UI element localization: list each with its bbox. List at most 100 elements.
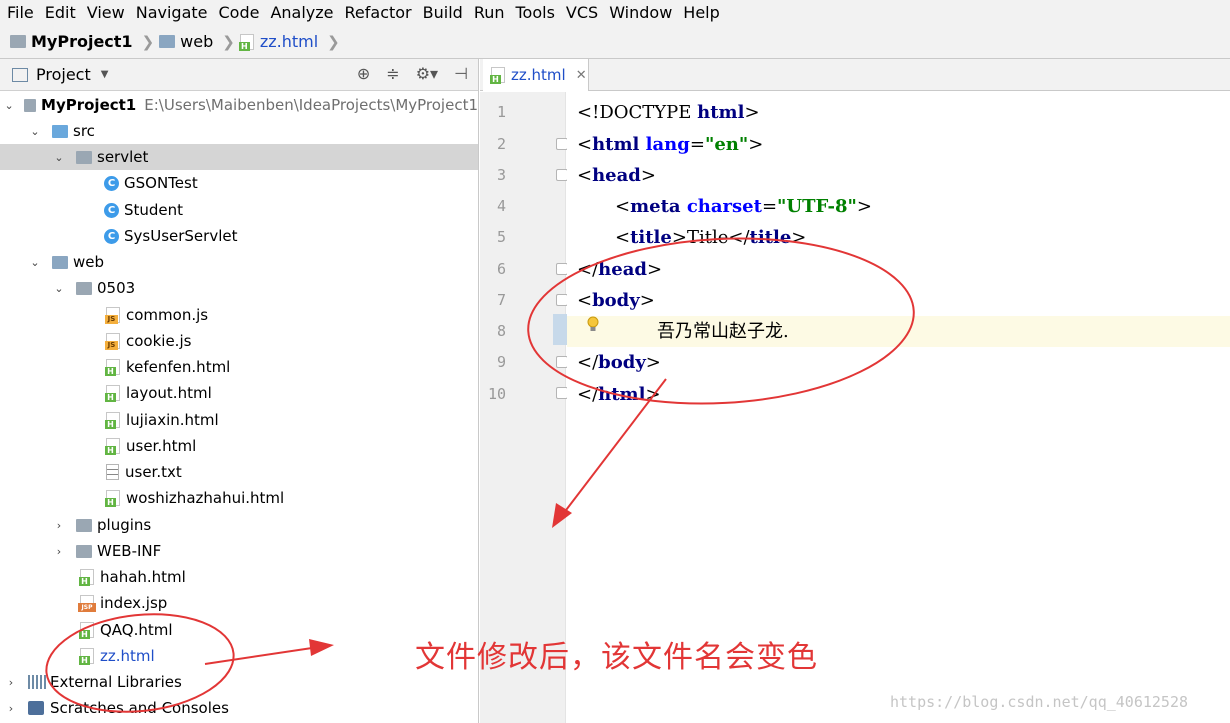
breadcrumb-web[interactable]: web	[159, 32, 213, 51]
chevron-right-icon: ❯	[222, 32, 235, 51]
html-file-icon	[238, 33, 254, 51]
menu-code[interactable]: Code	[216, 3, 268, 22]
menu-analyze[interactable]: Analyze	[267, 3, 341, 22]
menu-run[interactable]: Run	[471, 3, 513, 22]
tree-item-label: GSONTest	[124, 174, 198, 192]
tree-item-file[interactable]: lujiaxin.html	[0, 407, 478, 433]
tree-item-file[interactable]: common.js	[0, 302, 478, 328]
lightbulb-icon[interactable]	[586, 316, 600, 334]
tab-zz-html[interactable]: zz.html ✕	[483, 59, 589, 91]
tree-item-class[interactable]: C SysUserServlet	[0, 223, 478, 249]
menu-window[interactable]: Window	[606, 3, 680, 22]
tree-item-servlet[interactable]: ⌄ servlet	[0, 144, 478, 170]
change-marker[interactable]	[553, 314, 567, 345]
tree-item-label: user.txt	[125, 463, 182, 481]
menu-build[interactable]: Build	[420, 3, 471, 22]
tree-item-file[interactable]: user.html	[0, 433, 478, 459]
tree-item-scratches[interactable]: › Scratches and Consoles	[0, 695, 478, 721]
tree-item-label: common.js	[126, 306, 209, 324]
tree-item-plugins[interactable]: › plugins	[0, 512, 478, 538]
hide-panel-icon[interactable]: ⊣	[454, 64, 468, 83]
locate-file-icon[interactable]: ⊕	[357, 64, 370, 83]
chevron-right-icon[interactable]: ›	[52, 519, 66, 532]
tree-item-file[interactable]: layout.html	[0, 380, 478, 406]
tree-item-file[interactable]: kefenfen.html	[0, 354, 478, 380]
watermark: https://blog.csdn.net/qq_40612528	[890, 693, 1189, 711]
breadcrumb-project[interactable]: MyProject1	[10, 32, 133, 51]
tree-item-class[interactable]: C GSONTest	[0, 170, 478, 196]
tree-item-0503[interactable]: ⌄ 0503	[0, 275, 478, 301]
html-file-icon	[105, 359, 120, 376]
menu-navigate[interactable]: Navigate	[133, 3, 216, 22]
tree-item-label: layout.html	[126, 384, 212, 402]
line-number: 3	[496, 166, 506, 184]
html-file-icon	[105, 385, 120, 402]
close-icon[interactable]: ✕	[576, 68, 587, 83]
js-file-icon	[105, 307, 120, 324]
line-number: 8	[496, 322, 506, 340]
tree-item-file[interactable]: index.jsp	[0, 590, 478, 616]
tree-item-label: External Libraries	[50, 673, 182, 691]
tree-item-project-root[interactable]: ⌄ MyProject1 E:\Users\Maibenben\IdeaProj…	[0, 92, 478, 118]
tree-item-web[interactable]: ⌄ web	[0, 249, 478, 275]
tree-item-label: QAQ.html	[100, 621, 173, 639]
tree-item-file[interactable]: hahah.html	[0, 564, 478, 590]
source-folder-icon	[52, 124, 68, 138]
project-view-selector[interactable]: Project	[36, 65, 91, 84]
dropdown-arrow-icon[interactable]: ▼	[101, 69, 109, 80]
gear-icon[interactable]: ⚙▾	[416, 64, 438, 83]
menu-refactor[interactable]: Refactor	[342, 3, 420, 22]
class-icon: C	[104, 175, 119, 191]
tree-item-class[interactable]: C Student	[0, 197, 478, 223]
html-file-icon	[105, 490, 120, 507]
tree-item-label: woshizhazhahui.html	[126, 489, 285, 507]
menu-help[interactable]: Help	[680, 3, 727, 22]
scratches-icon	[28, 701, 44, 715]
package-icon	[76, 150, 92, 164]
menu-file[interactable]: File	[4, 3, 42, 22]
menu-edit[interactable]: Edit	[42, 3, 84, 22]
chevron-down-icon[interactable]: ⌄	[4, 99, 14, 112]
menu-view[interactable]: View	[84, 3, 133, 22]
collapse-all-icon[interactable]: ≑	[386, 64, 399, 83]
tree-item-modified-file[interactable]: zz.html	[0, 643, 478, 669]
chevron-down-icon[interactable]: ⌄	[28, 256, 42, 269]
chevron-right-icon: ❯	[327, 32, 340, 51]
chevron-right-icon[interactable]: ›	[4, 702, 18, 715]
tree-item-file[interactable]: cookie.js	[0, 328, 478, 354]
tree-item-file[interactable]: user.txt	[0, 459, 478, 485]
menu-tools[interactable]: Tools	[513, 3, 563, 22]
menu-vcs[interactable]: VCS	[563, 3, 606, 22]
chevron-down-icon[interactable]: ⌄	[28, 125, 42, 138]
tree-item-external-libraries[interactable]: › External Libraries	[0, 669, 478, 695]
breadcrumb-project-label: MyProject1	[31, 32, 133, 51]
project-folder-icon	[10, 35, 26, 48]
code-editor[interactable]: <!DOCTYPE html> <html lang="en"> <head> …	[567, 92, 1230, 723]
tree-item-file[interactable]: QAQ.html	[0, 617, 478, 643]
tree-item-label: WEB-INF	[97, 542, 162, 560]
breadcrumb: MyProject1 ❯ web ❯ zz.html ❯	[0, 25, 1230, 59]
class-icon: C	[104, 202, 119, 218]
tree-item-src[interactable]: ⌄ src	[0, 118, 478, 144]
tree-item-label: SysUserServlet	[124, 227, 238, 245]
chevron-right-icon[interactable]: ›	[4, 676, 18, 689]
tree-item-webinf[interactable]: › WEB-INF	[0, 538, 478, 564]
code-line-current: 吾乃常山赵子龙.	[567, 316, 1230, 347]
chevron-right-icon[interactable]: ›	[52, 545, 66, 558]
line-number: 6	[496, 260, 506, 278]
code-line: <body>	[577, 290, 655, 311]
tree-item-label: MyProject1	[41, 96, 137, 114]
tree-item-file[interactable]: woshizhazhahui.html	[0, 485, 478, 511]
jsp-file-icon	[78, 595, 96, 612]
line-number: 4	[496, 197, 506, 215]
chevron-down-icon[interactable]: ⌄	[52, 282, 66, 295]
project-panel-header: Project ▼ ⊕ ≑ ⚙▾ ⊣	[0, 59, 478, 91]
tree-item-label: plugins	[97, 516, 152, 534]
line-number: 10	[487, 385, 506, 403]
html-file-icon	[105, 412, 120, 429]
chevron-right-icon: ❯	[141, 32, 155, 51]
project-tool-window: Project ▼ ⊕ ≑ ⚙▾ ⊣ ⌄ MyProject1 E:\Users…	[0, 59, 479, 723]
tree-item-label: servlet	[97, 148, 149, 166]
breadcrumb-file[interactable]: zz.html	[238, 32, 318, 51]
chevron-down-icon[interactable]: ⌄	[52, 151, 66, 164]
